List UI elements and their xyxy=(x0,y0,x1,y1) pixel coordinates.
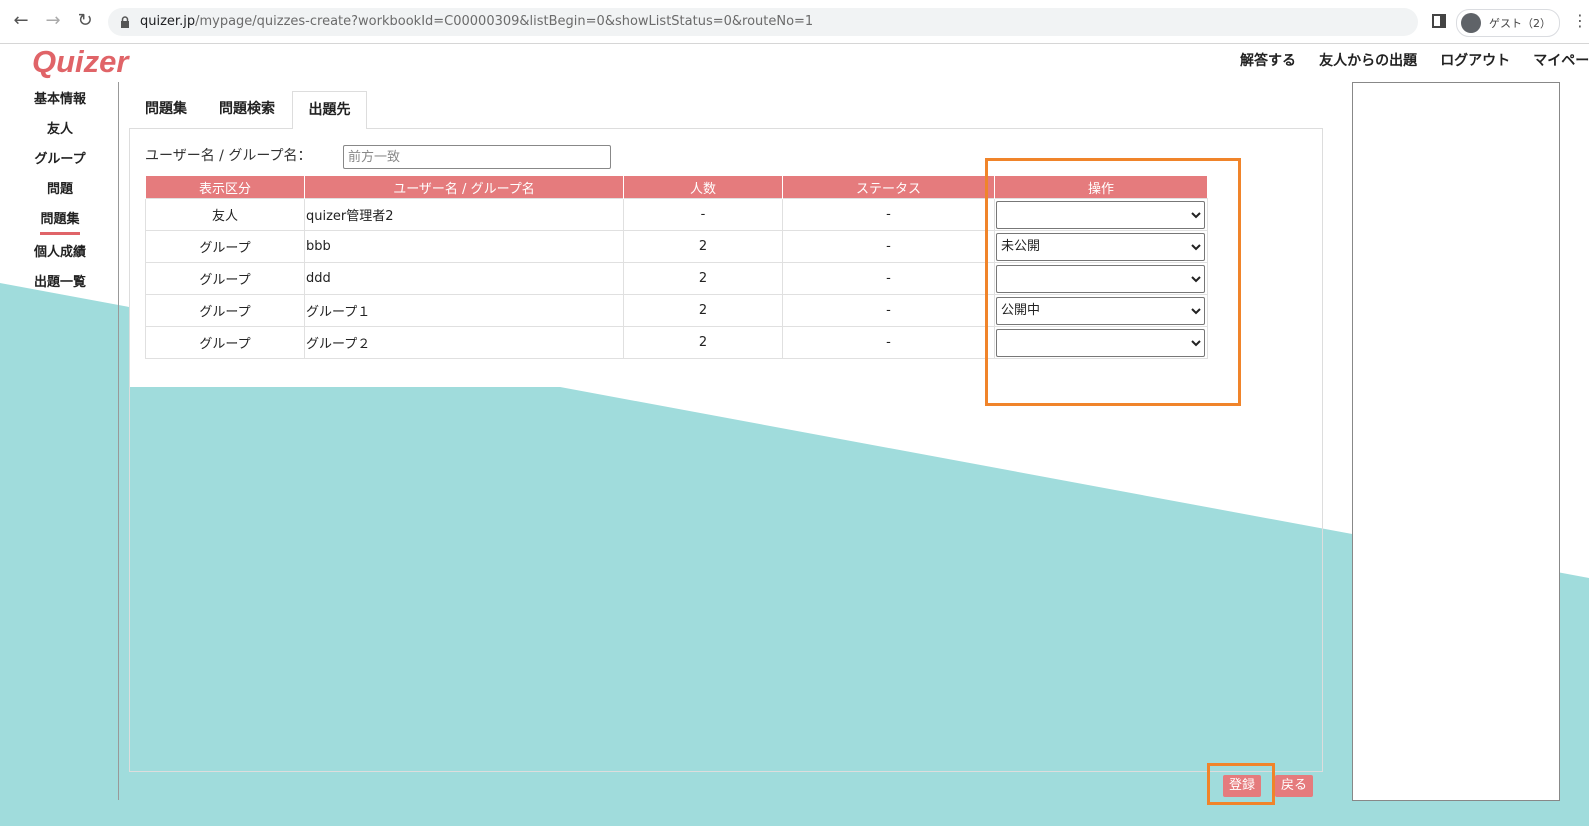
nav-answer[interactable]: 解答する xyxy=(1240,53,1296,69)
cell-status: - xyxy=(782,326,995,359)
cell-name: ddd xyxy=(304,262,624,295)
top-nav: 解答する 友人からの出題 ログアウト マイページ xyxy=(1240,50,1589,70)
header-type: 表示区分 xyxy=(145,176,305,199)
url-text: quizer.jp/mypage/quizzes-create?workbook… xyxy=(140,14,814,29)
sidebar-item-basic-info[interactable]: 基本情報 xyxy=(20,88,100,118)
header-name: ユーザー名 / グループ名 xyxy=(304,176,624,199)
cell-count: 2 xyxy=(623,294,783,327)
nav-mypage[interactable]: マイページ xyxy=(1533,53,1589,69)
avatar-icon xyxy=(1461,13,1481,33)
cell-name: bbb xyxy=(304,230,624,263)
profile-button[interactable]: ゲスト（2） xyxy=(1456,9,1560,37)
header-status: ステータス xyxy=(782,176,995,199)
tab-workbook[interactable]: 問題集 xyxy=(128,91,204,128)
tab-question-search[interactable]: 問題検索 xyxy=(208,91,286,128)
search-label: ユーザー名 / グループ名： xyxy=(145,148,312,164)
header-count: 人数 xyxy=(623,176,783,199)
register-button[interactable]: 登録 xyxy=(1223,775,1262,797)
forward-icon[interactable]: → xyxy=(42,10,64,32)
cell-name: グループ２ xyxy=(304,326,624,359)
side-panel-icon[interactable] xyxy=(1432,14,1446,28)
browser-toolbar: ← → ↻ quizer.jp/mypage/quizzes-create?wo… xyxy=(0,0,1589,44)
tab-destination[interactable]: 出題先 xyxy=(292,91,367,129)
left-sidebar: 基本情報 友人 グループ 問題 問題集 個人成績 出題一覧 xyxy=(20,88,100,301)
cell-count: 2 xyxy=(623,230,783,263)
reload-icon[interactable]: ↻ xyxy=(74,10,96,32)
cell-status: - xyxy=(782,198,995,231)
sidebar-item-friends[interactable]: 友人 xyxy=(20,118,100,148)
active-indicator xyxy=(40,232,80,235)
back-icon[interactable]: ← xyxy=(10,10,32,32)
cell-count: 2 xyxy=(623,326,783,359)
profile-label: ゲスト（2） xyxy=(1489,17,1551,30)
cell-name: quizer管理者2 xyxy=(304,198,624,231)
nav-friend-quizzes[interactable]: 友人からの出題 xyxy=(1319,53,1417,69)
sidebar-item-questions[interactable]: 問題 xyxy=(20,178,100,208)
cell-count: 2 xyxy=(623,262,783,295)
search-input[interactable] xyxy=(343,145,611,169)
cell-type: グループ xyxy=(145,294,305,327)
site-logo[interactable]: Quizer xyxy=(32,44,128,80)
cell-type: 友人 xyxy=(145,198,305,231)
cell-status: - xyxy=(782,230,995,263)
sidebar-item-quiz-list[interactable]: 出題一覧 xyxy=(20,271,100,301)
cell-count: - xyxy=(623,198,783,231)
cell-status: - xyxy=(782,262,995,295)
back-button[interactable]: 戻る xyxy=(1275,775,1314,797)
cell-name: グループ１ xyxy=(304,294,624,327)
cell-type: グループ xyxy=(145,230,305,263)
address-bar[interactable]: quizer.jp/mypage/quizzes-create?workbook… xyxy=(108,8,1418,36)
lock-icon xyxy=(121,16,129,28)
cell-status: - xyxy=(782,294,995,327)
cell-type: グループ xyxy=(145,326,305,359)
cell-type: グループ xyxy=(145,262,305,295)
sidebar-item-personal-results[interactable]: 個人成績 xyxy=(20,241,100,271)
sidebar-item-groups[interactable]: グループ xyxy=(20,148,100,178)
browser-menu-icon[interactable]: ⋮ xyxy=(1572,11,1588,30)
right-side-panel xyxy=(1352,82,1560,801)
operation-highlight-box xyxy=(985,158,1241,406)
sidebar-divider xyxy=(118,82,119,800)
nav-logout[interactable]: ログアウト xyxy=(1440,53,1510,69)
